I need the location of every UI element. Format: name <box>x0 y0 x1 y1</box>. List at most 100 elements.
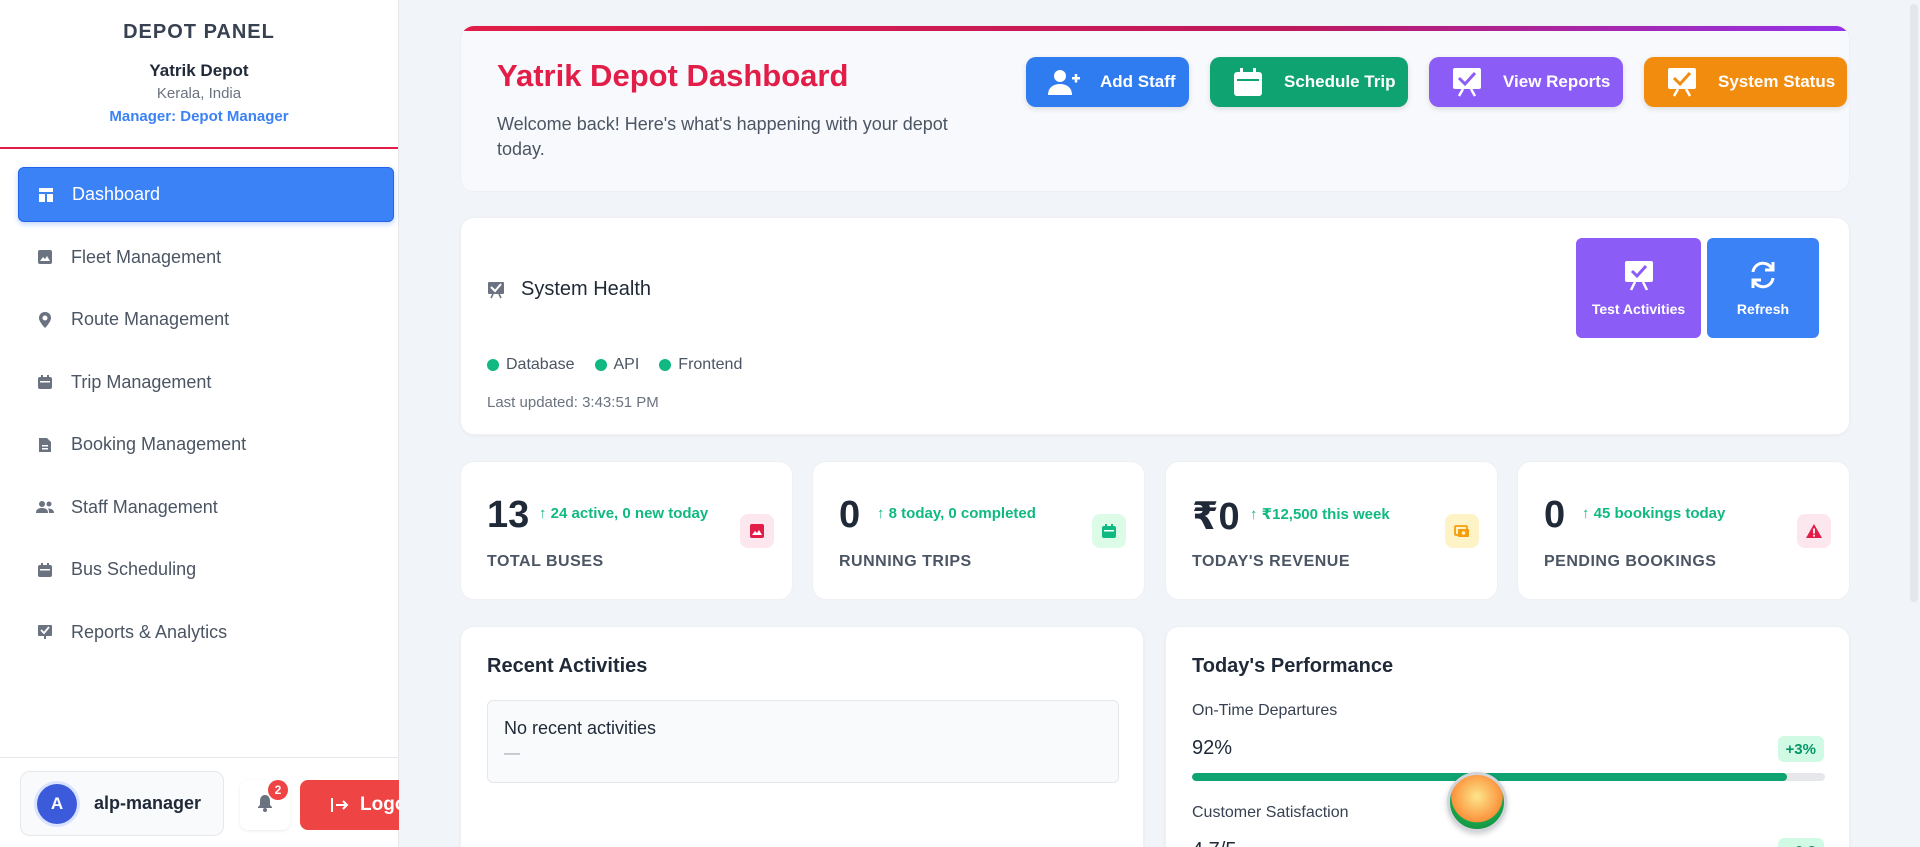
logout-button[interactable]: Logout <box>300 780 399 830</box>
system-status-button[interactable]: System Status <box>1644 57 1847 107</box>
main-content: Yatrik Depot Dashboard Welcome back! Her… <box>400 0 1920 847</box>
stat-value: 13 <box>487 494 530 536</box>
stat-card-pending-bookings: 0 ↑ 45 bookings today PENDING BOOKINGS <box>1517 461 1850 600</box>
chart-board-icon <box>1451 66 1483 98</box>
system-health-title: System Health <box>521 278 652 300</box>
stat-trend-text: 24 active, 0 new today <box>550 505 709 522</box>
view-reports-button[interactable]: View Reports <box>1429 57 1623 107</box>
chart-board-icon <box>487 281 505 299</box>
metric-progress-bar <box>1192 773 1825 781</box>
page-scrollbar[interactable] <box>1908 0 1920 847</box>
stat-trend: ↑ 8 today, 0 completed <box>877 505 1036 522</box>
service-status-frontend: Frontend <box>659 356 742 374</box>
header-accent-bar <box>461 26 1849 31</box>
add-user-icon <box>1048 66 1080 98</box>
stat-value: ₹0 <box>1192 496 1240 538</box>
sidebar-item-bus-scheduling[interactable]: Bus Scheduling <box>18 542 394 597</box>
sidebar-footer: A alp-manager 2 Logout <box>0 757 399 847</box>
sidebar: DEPOT PANEL Yatrik Depot Kerala, India M… <box>0 0 399 847</box>
chart-board-icon <box>36 623 54 641</box>
empty-state-title: No recent activities <box>504 718 657 738</box>
calendar-icon <box>1232 66 1264 98</box>
view-reports-label: View Reports <box>1503 72 1611 91</box>
warning-icon <box>1797 514 1831 548</box>
stat-trend: ↑ ₹12,500 this week <box>1250 506 1390 523</box>
sidebar-item-route-management[interactable]: Route Management <box>18 292 394 347</box>
sidebar-item-label: Bus Scheduling <box>71 559 197 579</box>
sidebar-item-label: Staff Management <box>71 496 218 517</box>
sidebar-item-staff-management[interactable]: Staff Management <box>18 480 394 535</box>
schedule-trip-label: Schedule Trip <box>1284 72 1396 91</box>
stat-label: TODAY'S REVENUE <box>1192 553 1351 570</box>
empty-state-detail: — <box>504 745 520 762</box>
stat-label: RUNNING TRIPS <box>839 553 972 570</box>
stat-card-todays-revenue: ₹0 ↑ ₹12,500 this week TODAY'S REVENUE <box>1165 461 1498 600</box>
stat-trend-text: 8 today, 0 completed <box>888 505 1036 522</box>
sidebar-item-label: Trip Management <box>71 371 212 392</box>
panel-title: DEPOT PANEL <box>123 21 275 43</box>
system-health-card: System Health Database API Frontend Last… <box>460 217 1850 435</box>
sidebar-item-reports-analytics[interactable]: Reports & Analytics <box>18 605 394 660</box>
user-profile[interactable]: A alp-manager <box>20 771 224 836</box>
metric-change-badge: +0.2 <box>1778 838 1824 847</box>
service-status-database: Database <box>487 356 575 374</box>
calendar-icon <box>36 373 54 391</box>
users-icon <box>36 498 54 516</box>
notifications-button[interactable]: 2 <box>240 780 290 830</box>
sidebar-item-fleet-management[interactable]: Fleet Management <box>18 230 394 285</box>
status-dot <box>594 359 607 371</box>
performance-title: Today's Performance <box>1192 655 1394 677</box>
stat-label: TOTAL BUSES <box>487 553 604 570</box>
metric-label: On-Time Departures <box>1192 702 1338 719</box>
stat-trend-text: ₹12,500 this week <box>1261 506 1390 523</box>
system-status-label: System Status <box>1718 72 1836 91</box>
sidebar-item-label: Route Management <box>71 309 230 329</box>
depot-location: Kerala, India <box>156 85 242 102</box>
location-pin-icon <box>36 311 54 329</box>
floating-assistant-button[interactable] <box>1447 772 1507 832</box>
stat-trend: ↑ 45 bookings today <box>1582 505 1726 522</box>
service-status-list: Database API Frontend <box>487 356 762 374</box>
sidebar-item-booking-management[interactable]: Booking Management <box>18 417 394 472</box>
metric-value: 92% <box>1192 737 1233 759</box>
metric-change-badge: +3% <box>1777 736 1824 762</box>
test-activities-button[interactable]: Test Activities <box>1576 238 1701 338</box>
page-title: Yatrik Depot Dashboard <box>497 58 849 93</box>
dashboard-header: Yatrik Depot Dashboard Welcome back! Her… <box>460 25 1850 192</box>
system-health-heading: System Health <box>487 278 651 301</box>
calendar-icon <box>36 561 54 579</box>
test-activities-label: Test Activities <box>1591 301 1686 317</box>
sidebar-item-trip-management[interactable]: Trip Management <box>18 355 394 410</box>
status-dot <box>659 359 672 371</box>
page-subtitle: Welcome back! Here's what's happening wi… <box>497 114 948 159</box>
avatar: A <box>37 783 77 824</box>
metric-value: 4.7/5 <box>1192 839 1236 847</box>
sidebar-item-label: Booking Management <box>71 434 247 454</box>
chart-board-icon <box>1623 259 1655 291</box>
recent-activities-card: Recent Activities No recent activities — <box>460 626 1144 847</box>
stat-value: 0 <box>839 494 861 536</box>
scrollbar-thumb[interactable] <box>1910 4 1918 602</box>
document-icon <box>36 436 54 454</box>
refresh-button[interactable]: Refresh <box>1707 238 1819 338</box>
sidebar-nav: Dashboard Fleet Management Route Managem… <box>0 149 398 660</box>
status-dot <box>487 359 499 371</box>
stat-label: PENDING BOOKINGS <box>1544 553 1717 570</box>
schedule-trip-button[interactable]: Schedule Trip <box>1210 57 1408 107</box>
sidebar-header: DEPOT PANEL Yatrik Depot Kerala, India M… <box>0 0 398 149</box>
logout-label: Logout <box>360 794 399 815</box>
stat-card-total-buses: 13 ↑ 24 active, 0 new today TOTAL BUSES <box>460 461 793 600</box>
sidebar-item-dashboard[interactable]: Dashboard <box>18 167 394 222</box>
dashboard-icon <box>37 186 55 204</box>
depot-name: Yatrik Depot <box>149 61 249 80</box>
money-icon <box>1445 514 1479 548</box>
stat-value: 0 <box>1544 494 1566 536</box>
todays-performance-card: Today's Performance On-Time Departures 9… <box>1165 626 1850 847</box>
chart-board-icon <box>1666 66 1698 98</box>
depot-manager: Manager: Depot Manager <box>109 108 289 125</box>
user-name: alp-manager <box>94 793 202 813</box>
sidebar-item-label: Fleet Management <box>71 246 222 267</box>
add-staff-button[interactable]: Add Staff <box>1026 57 1189 107</box>
image-icon <box>740 514 774 548</box>
stat-trend: ↑ 24 active, 0 new today <box>539 505 709 522</box>
